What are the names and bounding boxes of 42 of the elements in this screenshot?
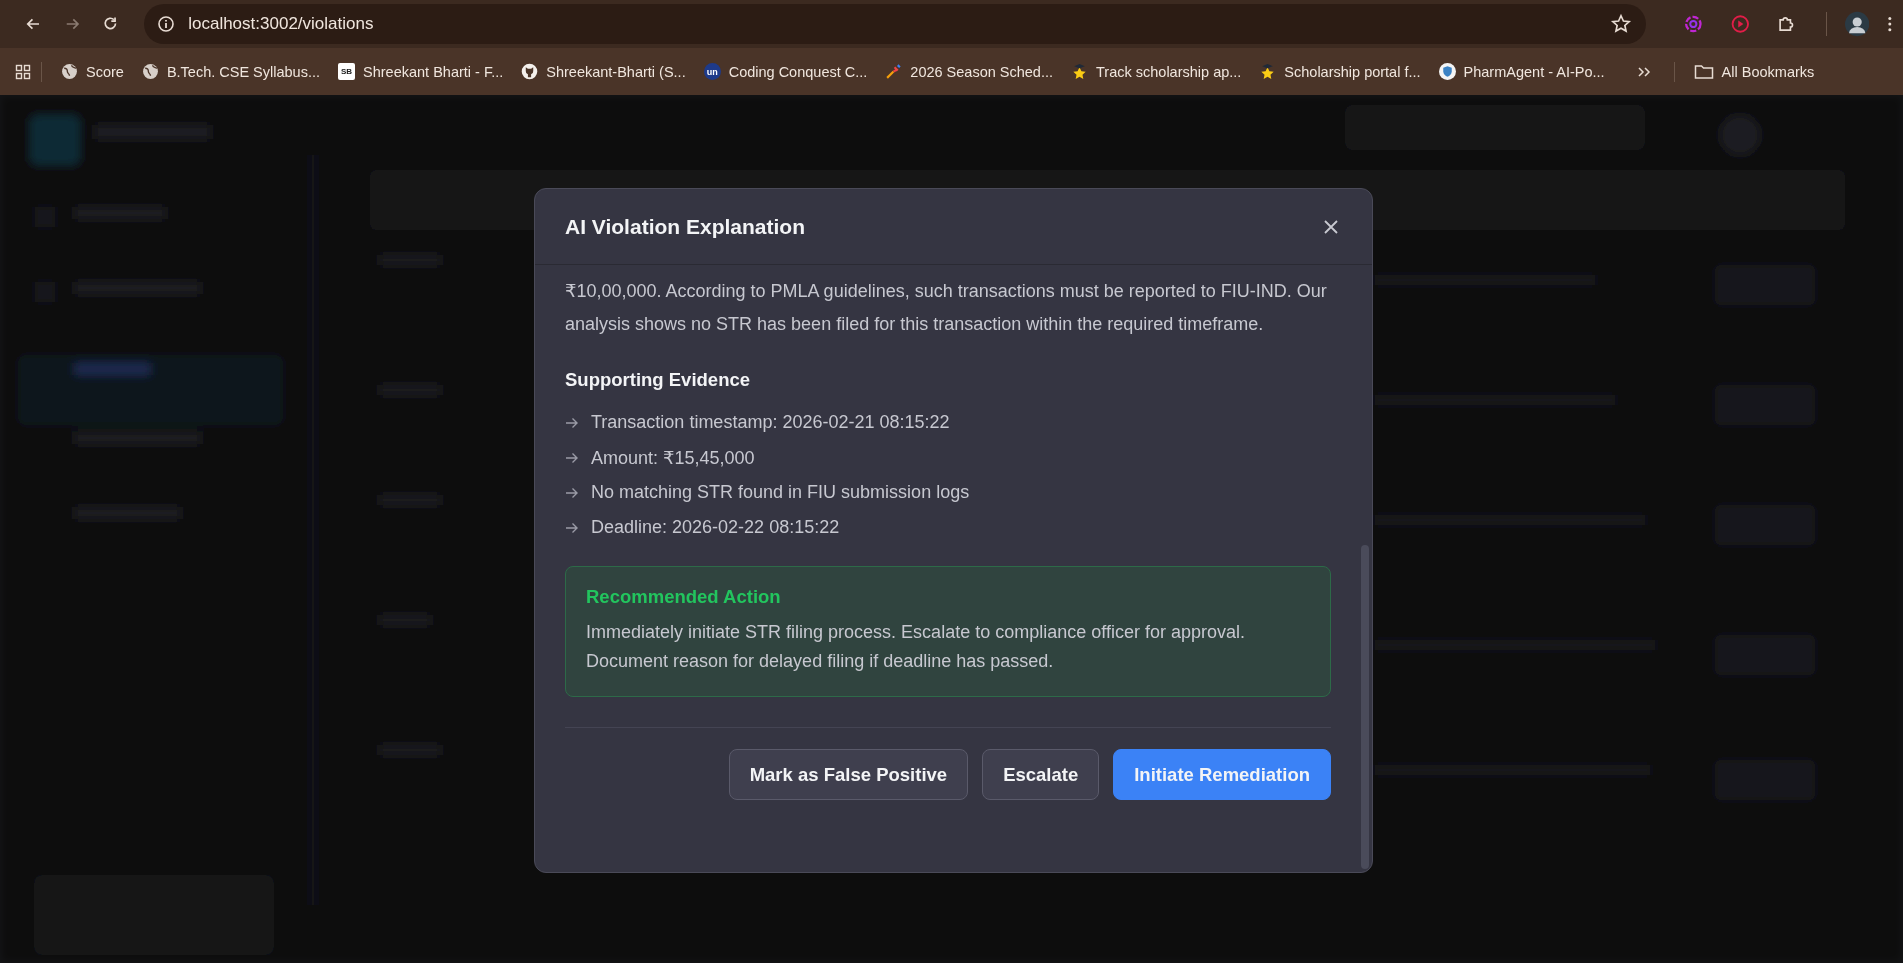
dialog-title: AI Violation Explanation <box>565 214 805 239</box>
scrollbar[interactable] <box>1361 545 1369 869</box>
secondary-button[interactable]: Escalate <box>982 749 1100 800</box>
evidence-item: No matching STR found in FIU submission logs <box>591 482 970 503</box>
globe-icon <box>141 63 159 80</box>
cat-icon <box>521 63 539 80</box>
bookmark[interactable]: PharmAgent - AI-Po... <box>1429 59 1614 84</box>
evidence-item: Amount: ₹15,45,000 <box>591 446 755 469</box>
shield-icon <box>1438 63 1456 80</box>
bookmark[interactable]: Track scholarship ap... <box>1062 59 1251 84</box>
arrow-icon <box>565 415 579 430</box>
folder-icon <box>1693 63 1714 80</box>
bookmark[interactable]: B.Tech. CSE Syllabus... <box>132 59 329 84</box>
explanation-text: ₹10,00,000. According to PMLA guidelines, such transactions must be reported to FIU-IND. Our analysis shows no STR has been filed for this transaction within the required timeframe. <box>565 280 1328 336</box>
avatar-icon[interactable] <box>1844 11 1870 37</box>
logo-icon: un <box>703 63 721 80</box>
menu-icon[interactable] <box>1887 14 1893 34</box>
bookmark[interactable]: Shreekant-Bharti (S... <box>512 59 695 84</box>
logo-icon: SB <box>338 63 355 80</box>
star-icon[interactable] <box>1610 13 1633 35</box>
recommendation-text: Immediately initiate STR filing process. Escalate to compliance officer for approval. Document reason for delayed filing if deadline has passed. <box>586 621 1246 673</box>
recommendation-title: Recommended Action <box>586 586 782 608</box>
info-icon[interactable] <box>156 14 177 34</box>
apps-icon[interactable] <box>15 63 31 80</box>
address-bar[interactable]: localhost:3002/violations <box>144 4 1647 44</box>
bookmark[interactable]: un Coding Conquest C... <box>694 59 877 84</box>
bookmark[interactable]: SB Shreekant Bharti - F... <box>329 59 513 84</box>
arrow-icon <box>565 485 579 500</box>
secondary-button[interactable]: Mark as False Positive <box>728 749 969 800</box>
arrow-icon <box>565 450 579 465</box>
arrow-icon <box>565 520 579 535</box>
globe-icon <box>61 63 78 80</box>
url-text: localhost:3002/violations <box>188 14 375 34</box>
evidence-item: Deadline: 2026-02-22 08:15:22 <box>591 517 840 538</box>
play-icon[interactable] <box>1729 13 1751 35</box>
bookmark[interactable]: Score <box>52 59 133 84</box>
evidence-item: Transaction timestamp: 2026-02-21 08:15:22 <box>591 412 950 433</box>
star-cap-icon <box>1071 63 1088 80</box>
section-heading: Supporting Evidence <box>565 369 752 391</box>
bookmark[interactable]: 2026 Season Sched... <box>876 59 1062 84</box>
bookmark[interactable]: Scholarship portal f... <box>1250 59 1430 84</box>
all-bookmarks-button[interactable]: All Bookmarks <box>1684 59 1824 84</box>
